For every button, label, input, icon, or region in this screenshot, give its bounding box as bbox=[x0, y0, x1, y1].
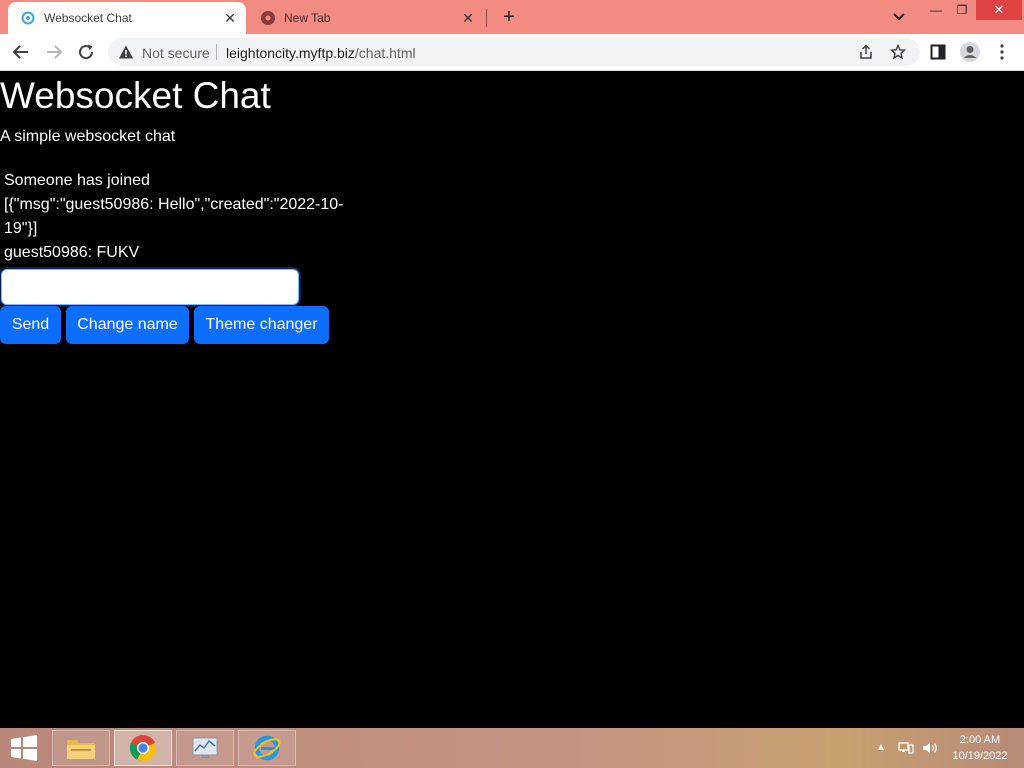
close-window-icon[interactable]: ✕ bbox=[976, 0, 1022, 20]
message-input[interactable] bbox=[1, 269, 299, 305]
address-bar[interactable]: Not secure leightoncity.myftp.biz/chat.h… bbox=[108, 38, 920, 66]
warning-triangle-icon[interactable] bbox=[118, 44, 134, 60]
send-button[interactable]: Send bbox=[0, 306, 61, 344]
new-tab-plus-icon[interactable]: + bbox=[498, 6, 520, 28]
show-hidden-icons-arrow-icon[interactable]: ▲ bbox=[875, 740, 887, 754]
forward-arrow-icon[interactable] bbox=[42, 40, 66, 64]
reload-icon[interactable] bbox=[74, 40, 98, 64]
tab-search-chevron-icon[interactable] bbox=[889, 7, 909, 27]
tab-close-icon[interactable]: ✕ bbox=[222, 10, 238, 26]
clock-time: 2:00 AM bbox=[959, 734, 1001, 746]
security-label[interactable]: Not secure bbox=[142, 45, 210, 61]
clock-date: 10/19/2022 bbox=[952, 750, 1008, 762]
tab-divider bbox=[486, 9, 487, 27]
tab-title: New Tab bbox=[284, 11, 331, 25]
url-path: /chat.html bbox=[354, 45, 416, 61]
minimize-window-icon[interactable]: — bbox=[924, 0, 948, 20]
internet-explorer-taskbar-icon[interactable] bbox=[238, 730, 296, 766]
chat-message: guest50986: FUKV bbox=[4, 244, 140, 261]
chat-page: Websocket Chat A simple websocket chat S… bbox=[0, 71, 1024, 728]
bookmark-star-icon[interactable] bbox=[888, 42, 908, 62]
theme-changer-button[interactable]: Theme changer bbox=[194, 306, 329, 344]
chat-message: [{"msg":"guest50986: Hello","created":"2… bbox=[4, 196, 344, 237]
address-divider bbox=[216, 44, 217, 60]
profile-avatar-icon[interactable] bbox=[958, 40, 982, 64]
chrome-icon bbox=[260, 10, 276, 26]
kebab-menu-icon[interactable] bbox=[990, 40, 1014, 64]
network-icon[interactable] bbox=[897, 740, 915, 756]
chat-message: Someone has joined bbox=[4, 172, 150, 189]
browser-toolbar: Not secure leightoncity.myftp.biz/chat.h… bbox=[0, 34, 1024, 71]
url-host: leightoncity.myftp.biz bbox=[226, 45, 355, 61]
side-panel-icon[interactable] bbox=[926, 40, 950, 64]
restore-window-icon[interactable]: ❐ bbox=[950, 0, 974, 20]
volume-icon[interactable] bbox=[921, 740, 939, 756]
system-clock[interactable]: 2:00 AM 10/19/2022 bbox=[944, 732, 1016, 764]
resource-monitor-taskbar-icon[interactable] bbox=[176, 730, 234, 766]
windows-start-icon[interactable] bbox=[4, 734, 44, 762]
tab-title: Websocket Chat bbox=[44, 11, 132, 25]
back-arrow-icon[interactable] bbox=[9, 40, 33, 64]
tab-new-tab[interactable]: New Tab ✕ bbox=[248, 2, 484, 34]
page-subtitle: A simple websocket chat bbox=[0, 128, 176, 145]
share-icon[interactable] bbox=[856, 42, 876, 62]
websocket-favicon-icon bbox=[20, 10, 36, 26]
file-explorer-taskbar-icon[interactable] bbox=[52, 730, 110, 766]
url-text[interactable]: leightoncity.myftp.biz/chat.html bbox=[226, 45, 416, 61]
windows-taskbar: ▲ 2:00 AM 10/19/2022 bbox=[0, 728, 1024, 768]
message-list: Someone has joined [{"msg":"guest50986: … bbox=[4, 169, 344, 265]
change-name-button[interactable]: Change name bbox=[66, 306, 189, 344]
browser-tab-strip: Websocket Chat ✕ New Tab ✕ + — ❐ ✕ bbox=[0, 0, 1024, 34]
page-title: Websocket Chat bbox=[0, 75, 271, 116]
tab-websocket-chat[interactable]: Websocket Chat ✕ bbox=[8, 2, 246, 34]
tab-close-icon[interactable]: ✕ bbox=[460, 10, 476, 26]
chrome-taskbar-icon[interactable] bbox=[114, 730, 172, 766]
